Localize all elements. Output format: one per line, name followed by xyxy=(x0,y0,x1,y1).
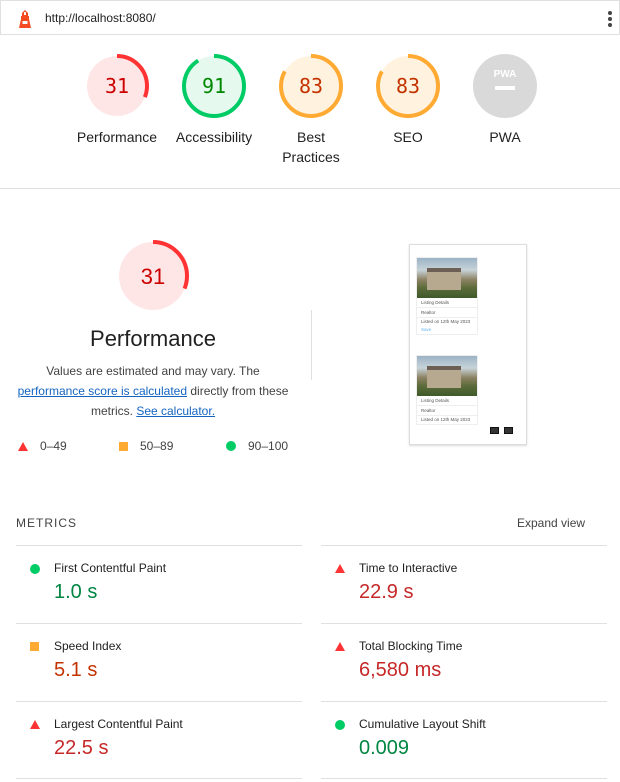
performance-description: Values are estimated and may vary. The p… xyxy=(12,361,294,421)
legend-range: 50–89 xyxy=(140,439,174,453)
metric-title: First Contentful Paint xyxy=(54,561,167,575)
metric-title: Total Blocking Time xyxy=(359,639,463,653)
desc-text: Values are estimated and may vary. The xyxy=(46,364,260,378)
final-screenshot-thumbnail[interactable]: Listing Details Realtor Listed on 12th M… xyxy=(409,244,527,445)
gauge-accessibility-ring: 91 xyxy=(182,54,246,118)
lighthouse-icon xyxy=(19,10,31,28)
gauge-label: Accessibility xyxy=(175,129,253,145)
gauge-performance-ring: 31 xyxy=(85,54,149,118)
triangle-icon xyxy=(335,564,345,573)
metrics-heading: METRICS xyxy=(16,516,77,530)
camera-icon xyxy=(490,427,499,434)
thumb-dropdown: Listing Details xyxy=(417,298,477,308)
gauge-pwa[interactable]: PWA PWA xyxy=(455,53,555,147)
metric-value: 22.5 s xyxy=(54,737,109,759)
gauge-label: Performance xyxy=(76,129,158,145)
metric-value: 0.009 xyxy=(359,737,410,759)
metric-largest-contentful-paint: Largest Contentful Paint 22.5 s xyxy=(16,701,302,779)
circle-icon xyxy=(226,441,236,451)
legend-average: 50–89 xyxy=(119,439,173,453)
metric-title: Time to Interactive xyxy=(359,561,458,575)
performance-score: 31 xyxy=(141,264,165,289)
top-bar: http://localhost:8080/ xyxy=(0,0,620,35)
circle-icon xyxy=(335,720,345,730)
legend-pass: 90–100 xyxy=(226,439,288,453)
expand-view-button[interactable]: Expand view xyxy=(517,516,585,530)
metric-value: 22.9 s xyxy=(359,581,414,603)
thumb-dropdown: Realtor xyxy=(417,406,477,416)
gauge-label: SEO xyxy=(393,129,423,145)
gauge-label: PWA xyxy=(489,129,521,145)
more-options-icon[interactable] xyxy=(601,9,619,29)
gauge-performance[interactable]: 31 Performance xyxy=(67,53,167,147)
vertical-divider xyxy=(311,310,312,380)
metric-cumulative-layout-shift: Cumulative Layout Shift 0.009 xyxy=(321,701,607,779)
thumb-dropdown: Listing Details xyxy=(417,396,477,406)
thumb-dropdown: Realtor xyxy=(417,308,477,318)
thumb-listed-text: Listed on 12th May 2023 xyxy=(421,319,471,324)
performance-title: Performance xyxy=(90,326,216,351)
thumb-link: Save xyxy=(421,327,432,332)
section-divider xyxy=(0,188,620,189)
metric-speed-index: Speed Index 5.1 s xyxy=(16,623,302,701)
metric-title: Cumulative Layout Shift xyxy=(359,717,486,731)
metric-time-to-interactive: Time to Interactive 22.9 s xyxy=(321,545,607,623)
triangle-icon xyxy=(335,642,345,651)
triangle-icon xyxy=(18,441,28,451)
grid-icon xyxy=(504,427,513,434)
performance-gauge-large: 31 xyxy=(117,240,189,312)
gauge-score: 31 xyxy=(105,74,129,98)
thumb-listed-text: Listed on 12th May 2023 xyxy=(421,417,471,422)
gauge-score: 83 xyxy=(299,74,323,98)
gauge-score: 83 xyxy=(396,74,420,98)
triangle-icon xyxy=(30,720,40,729)
metric-value: 6,580 ms xyxy=(359,659,442,681)
pwa-badge-icon: PWA xyxy=(473,54,537,118)
metric-value: 5.1 s xyxy=(54,659,98,681)
metric-title: Largest Contentful Paint xyxy=(54,717,183,731)
thumbnail-listing-card: Listing Details Realtor Listed on 12th M… xyxy=(416,257,478,335)
metrics-bottom-divider xyxy=(16,778,302,779)
metric-total-blocking-time: Total Blocking Time 6,580 ms xyxy=(321,623,607,701)
page-url: http://localhost:8080/ xyxy=(45,11,156,25)
gauge-seo[interactable]: 83 SEO xyxy=(358,53,458,147)
circle-icon xyxy=(30,564,40,574)
legend-range: 90–100 xyxy=(248,439,289,453)
gauge-best-practices-ring: 83 xyxy=(279,54,343,118)
gauge-score: 91 xyxy=(202,74,226,98)
gauge-best-practices[interactable]: 83 Best Practices xyxy=(261,53,361,167)
square-icon xyxy=(30,642,39,651)
house-photo xyxy=(417,356,477,396)
metric-first-contentful-paint: First Contentful Paint 1.0 s xyxy=(16,545,302,623)
legend-range: 0–49 xyxy=(40,439,67,453)
score-calculated-link[interactable]: performance score is calculated xyxy=(18,384,187,398)
gauge-label: Best Practices xyxy=(282,129,340,165)
gauge-accessibility[interactable]: 91 Accessibility xyxy=(164,53,264,147)
metric-title: Speed Index xyxy=(54,639,122,653)
thumbnail-listing-card: Listing Details Realtor Listed on 12th M… xyxy=(416,355,478,425)
gauge-seo-ring: 83 xyxy=(376,54,440,118)
see-calculator-link[interactable]: See calculator. xyxy=(136,404,215,418)
legend-fail: 0–49 xyxy=(18,439,67,453)
metrics-bottom-divider xyxy=(321,778,607,779)
pwa-badge-text: PWA xyxy=(494,69,517,80)
house-photo xyxy=(417,258,477,298)
square-icon xyxy=(119,441,128,451)
metric-value: 1.0 s xyxy=(54,581,98,603)
